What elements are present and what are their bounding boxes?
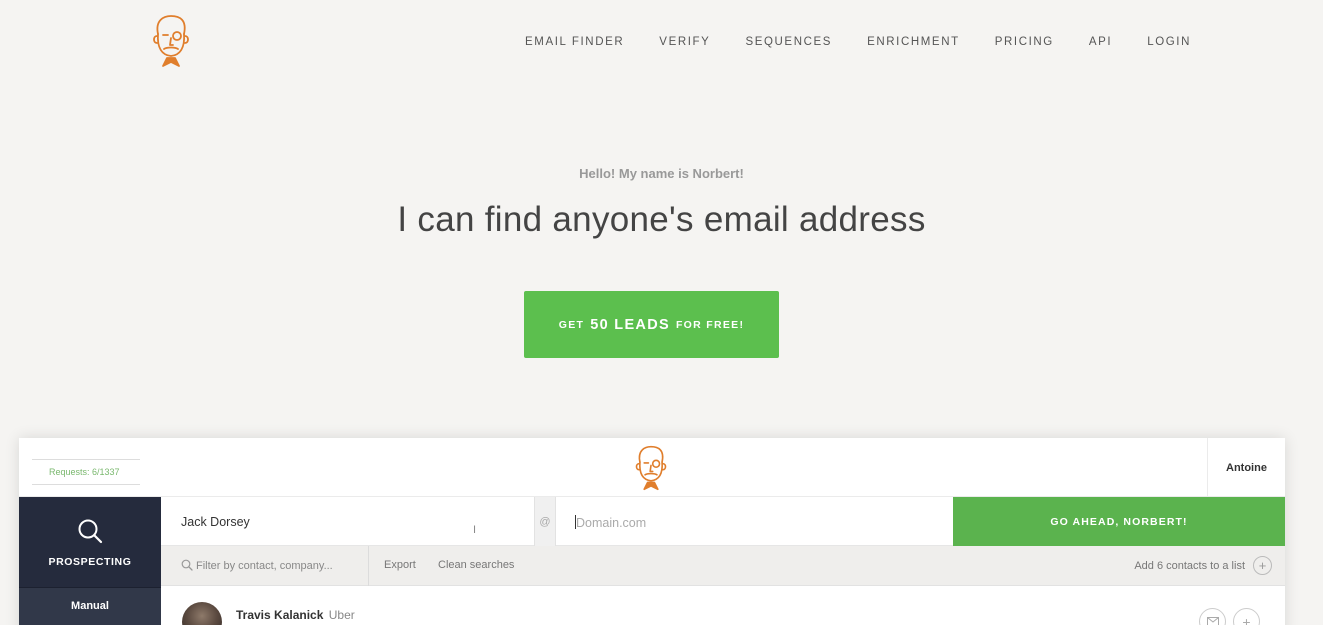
sidebar-item-prospecting[interactable]: PROSPECTING bbox=[19, 497, 161, 587]
search-icon bbox=[181, 559, 193, 571]
nav-api[interactable]: API bbox=[1089, 36, 1112, 48]
export-button[interactable]: Export bbox=[384, 559, 416, 571]
domain-field[interactable]: Domain.com bbox=[556, 497, 953, 546]
sidebar-item-label: PROSPECTING bbox=[48, 556, 132, 568]
sidebar-item-manual[interactable]: Manual bbox=[19, 587, 161, 625]
nav-pricing[interactable]: PRICING bbox=[995, 36, 1054, 48]
nav-enrichment[interactable]: ENRICHMENT bbox=[867, 36, 960, 48]
cta-suffix: FOR FREE! bbox=[675, 318, 745, 331]
hero-headline: I can find anyone's email address bbox=[397, 200, 926, 239]
app-header: Requests: 6/1337 Antoine bbox=[19, 438, 1285, 497]
contact-info: Travis Kalanick Uber bbox=[236, 608, 355, 622]
nav-sequences[interactable]: SEQUENCES bbox=[745, 36, 832, 48]
nav-verify[interactable]: VERIFY bbox=[659, 36, 710, 48]
cta-prefix: GET bbox=[558, 318, 585, 331]
table-row[interactable]: Travis Kalanick Uber + bbox=[161, 586, 1285, 625]
name-field[interactable]: Jack Dorsey I bbox=[161, 497, 534, 546]
domain-placeholder: Domain.com bbox=[576, 516, 647, 530]
get-leads-button[interactable]: GET 50 LEADS FOR FREE! bbox=[524, 291, 779, 358]
clean-searches-button[interactable]: Clean searches bbox=[438, 559, 514, 571]
row-actions: + bbox=[1199, 608, 1260, 625]
avatar bbox=[182, 602, 222, 625]
norbert-logo-icon bbox=[635, 445, 667, 491]
filter-placeholder: Filter by contact, company... bbox=[196, 560, 333, 572]
user-name: Antoine bbox=[1226, 461, 1267, 474]
nav-login[interactable]: LOGIN bbox=[1147, 36, 1191, 48]
contact-company: Uber bbox=[328, 608, 355, 622]
norbert-logo-icon[interactable] bbox=[150, 14, 192, 68]
app-preview: Requests: 6/1337 Antoine PROSPECTING Man… bbox=[19, 438, 1285, 625]
add-to-list-label: Add 6 contacts to a list bbox=[1134, 559, 1245, 572]
filter-input[interactable]: Filter by contact, company... bbox=[161, 546, 369, 586]
contact-name: Travis Kalanick bbox=[236, 608, 324, 622]
hero-greeting: Hello! My name is Norbert! bbox=[579, 166, 744, 181]
user-menu[interactable]: Antoine bbox=[1207, 438, 1285, 497]
search-icon bbox=[78, 519, 103, 544]
name-field-value: Jack Dorsey bbox=[181, 515, 250, 529]
main-nav: EMAIL FINDER VERIFY SEQUENCES ENRICHMENT… bbox=[525, 36, 1191, 48]
go-ahead-button[interactable]: GO AHEAD, NORBERT! bbox=[953, 497, 1285, 546]
mail-icon[interactable] bbox=[1199, 608, 1226, 625]
sidebar-item-label: Manual bbox=[71, 600, 109, 612]
nav-email-finder[interactable]: EMAIL FINDER bbox=[525, 36, 624, 48]
plus-icon[interactable]: + bbox=[1233, 608, 1260, 625]
plus-icon[interactable]: + bbox=[1253, 556, 1272, 575]
cta-emphasis: 50 LEADS bbox=[590, 316, 670, 333]
results-toolbar: Filter by contact, company... Export Cle… bbox=[161, 546, 1285, 586]
add-to-list-action[interactable]: Add 6 contacts to a list + bbox=[1134, 556, 1272, 575]
app-sidebar: PROSPECTING Manual bbox=[19, 497, 161, 625]
at-separator: @ bbox=[534, 497, 556, 546]
requests-counter: Requests: 6/1337 bbox=[32, 459, 140, 485]
text-cursor-icon: I bbox=[473, 524, 477, 536]
